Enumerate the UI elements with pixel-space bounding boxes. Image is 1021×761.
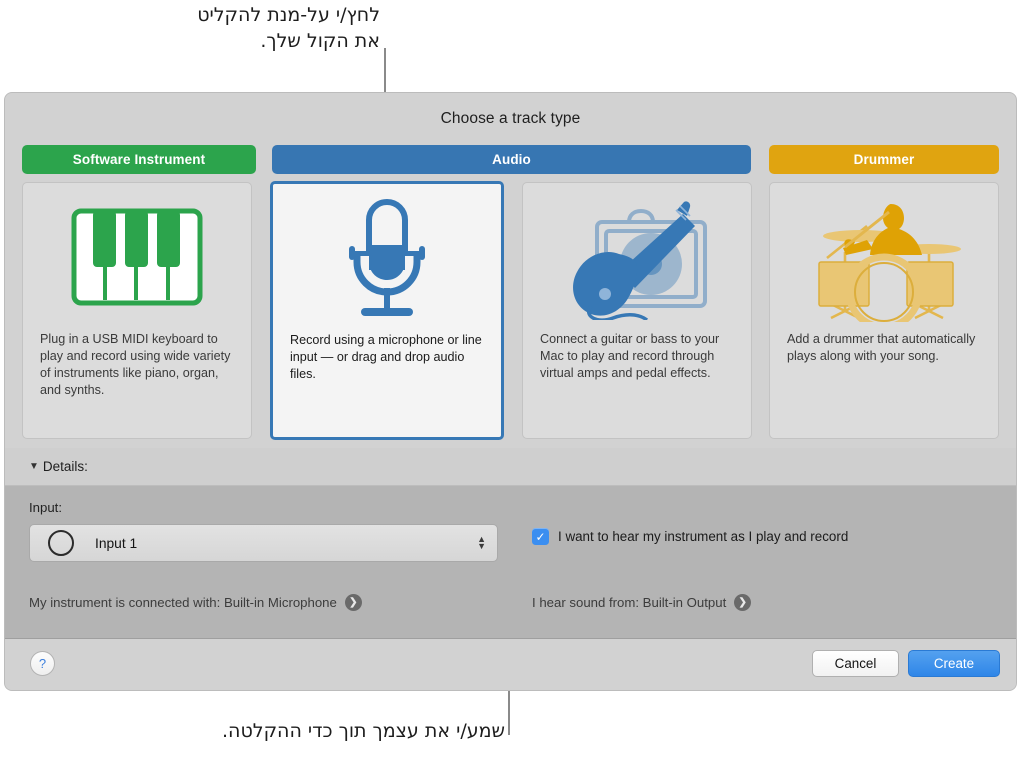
input-select-value: Input 1 (95, 535, 138, 551)
chevron-down-icon[interactable]: ▼ (29, 461, 39, 472)
stepper-down-icon[interactable]: ▼ (477, 542, 486, 551)
track-type-tab-row: Software Instrument Audio Drummer (22, 145, 999, 174)
mono-input-icon (48, 530, 74, 556)
dialog-title: Choose a track type (440, 110, 581, 127)
chevron-right-icon-output[interactable]: ❯ (734, 594, 752, 611)
cancel-button-label: Cancel (834, 656, 877, 671)
instrument-connection-row[interactable]: My instrument is connected with: Built-i… (29, 594, 362, 611)
details-label: Details: (42, 459, 88, 474)
card-drummer[interactable]: Add a drummer that automatically plays a… (769, 182, 999, 439)
hear-instrument-row[interactable]: ✓ I want to hear my instrument as I play… (532, 528, 848, 545)
chevron-right-icon[interactable]: ❯ (344, 594, 362, 611)
output-connection-label: I hear sound from: Built-in Output (532, 595, 727, 610)
details-disclosure-bar[interactable]: ▼ Details: (5, 448, 1016, 486)
piano-keyboard-icon (71, 208, 203, 306)
create-button[interactable]: Create (908, 650, 1000, 677)
card-software-instrument-art (23, 183, 251, 331)
checkmark-icon: ✓ (535, 529, 546, 544)
details-settings-panel: Input: Input 1 ▲ ▼ ✓ I want to hear my i… (5, 486, 1016, 639)
stepper-arrows-icon[interactable]: ▲ ▼ (477, 535, 486, 551)
tab-software-instrument-label: Software Instrument (72, 152, 206, 167)
instrument-connection-label: My instrument is connected with: Built-i… (29, 595, 337, 610)
card-drummer-description: Add a drummer that automatically plays a… (787, 332, 976, 363)
tab-software-instrument[interactable]: Software Instrument (22, 145, 256, 174)
input-label: Input: (29, 500, 62, 515)
output-connection-row[interactable]: I hear sound from: Built-in Output ❯ (532, 594, 752, 611)
create-button-label: Create (933, 656, 975, 671)
tab-audio-label: Audio (492, 152, 531, 167)
tab-drummer-label: Drummer (853, 152, 915, 167)
card-audio-description: Record using a microphone or line input … (290, 333, 482, 381)
card-guitar-bass-description: Connect a guitar or bass to your Mac to … (540, 332, 720, 380)
card-software-instrument-description: Plug in a USB MIDI keyboard to play and … (40, 332, 231, 397)
callout-text-top: לחץ/י על-מנת להקליט את הקול שלך. (197, 4, 380, 52)
cancel-button[interactable]: Cancel (812, 650, 899, 677)
input-select[interactable]: Input 1 ▲ ▼ (29, 524, 498, 562)
hear-instrument-checkbox[interactable]: ✓ (532, 528, 549, 545)
guitar-amp-icon (573, 201, 707, 320)
card-guitar-bass-art (523, 183, 751, 331)
tab-drummer[interactable]: Drummer (769, 145, 999, 174)
drummer-icon (818, 204, 961, 322)
card-drummer-art (770, 183, 998, 331)
microphone-icon (349, 198, 425, 316)
new-track-dialog: Choose a track type Software Instrument … (5, 93, 1016, 690)
help-button[interactable]: ? (30, 651, 55, 676)
hear-instrument-label: I want to hear my instrument as I play a… (558, 529, 849, 544)
dialog-footer: ? Cancel Create (5, 639, 1016, 690)
card-software-instrument[interactable]: Plug in a USB MIDI keyboard to play and … (22, 182, 252, 439)
callout-text-bottom: שמע/י את עצמך תוך כדי ההקלטה. (222, 720, 505, 742)
card-guitar-bass[interactable]: Connect a guitar or bass to your Mac to … (522, 182, 752, 439)
tab-audio[interactable]: Audio (272, 145, 751, 174)
card-audio-art (273, 184, 501, 332)
card-audio[interactable]: Record using a microphone or line input … (270, 181, 504, 440)
track-type-card-row: Plug in a USB MIDI keyboard to play and … (22, 181, 999, 442)
